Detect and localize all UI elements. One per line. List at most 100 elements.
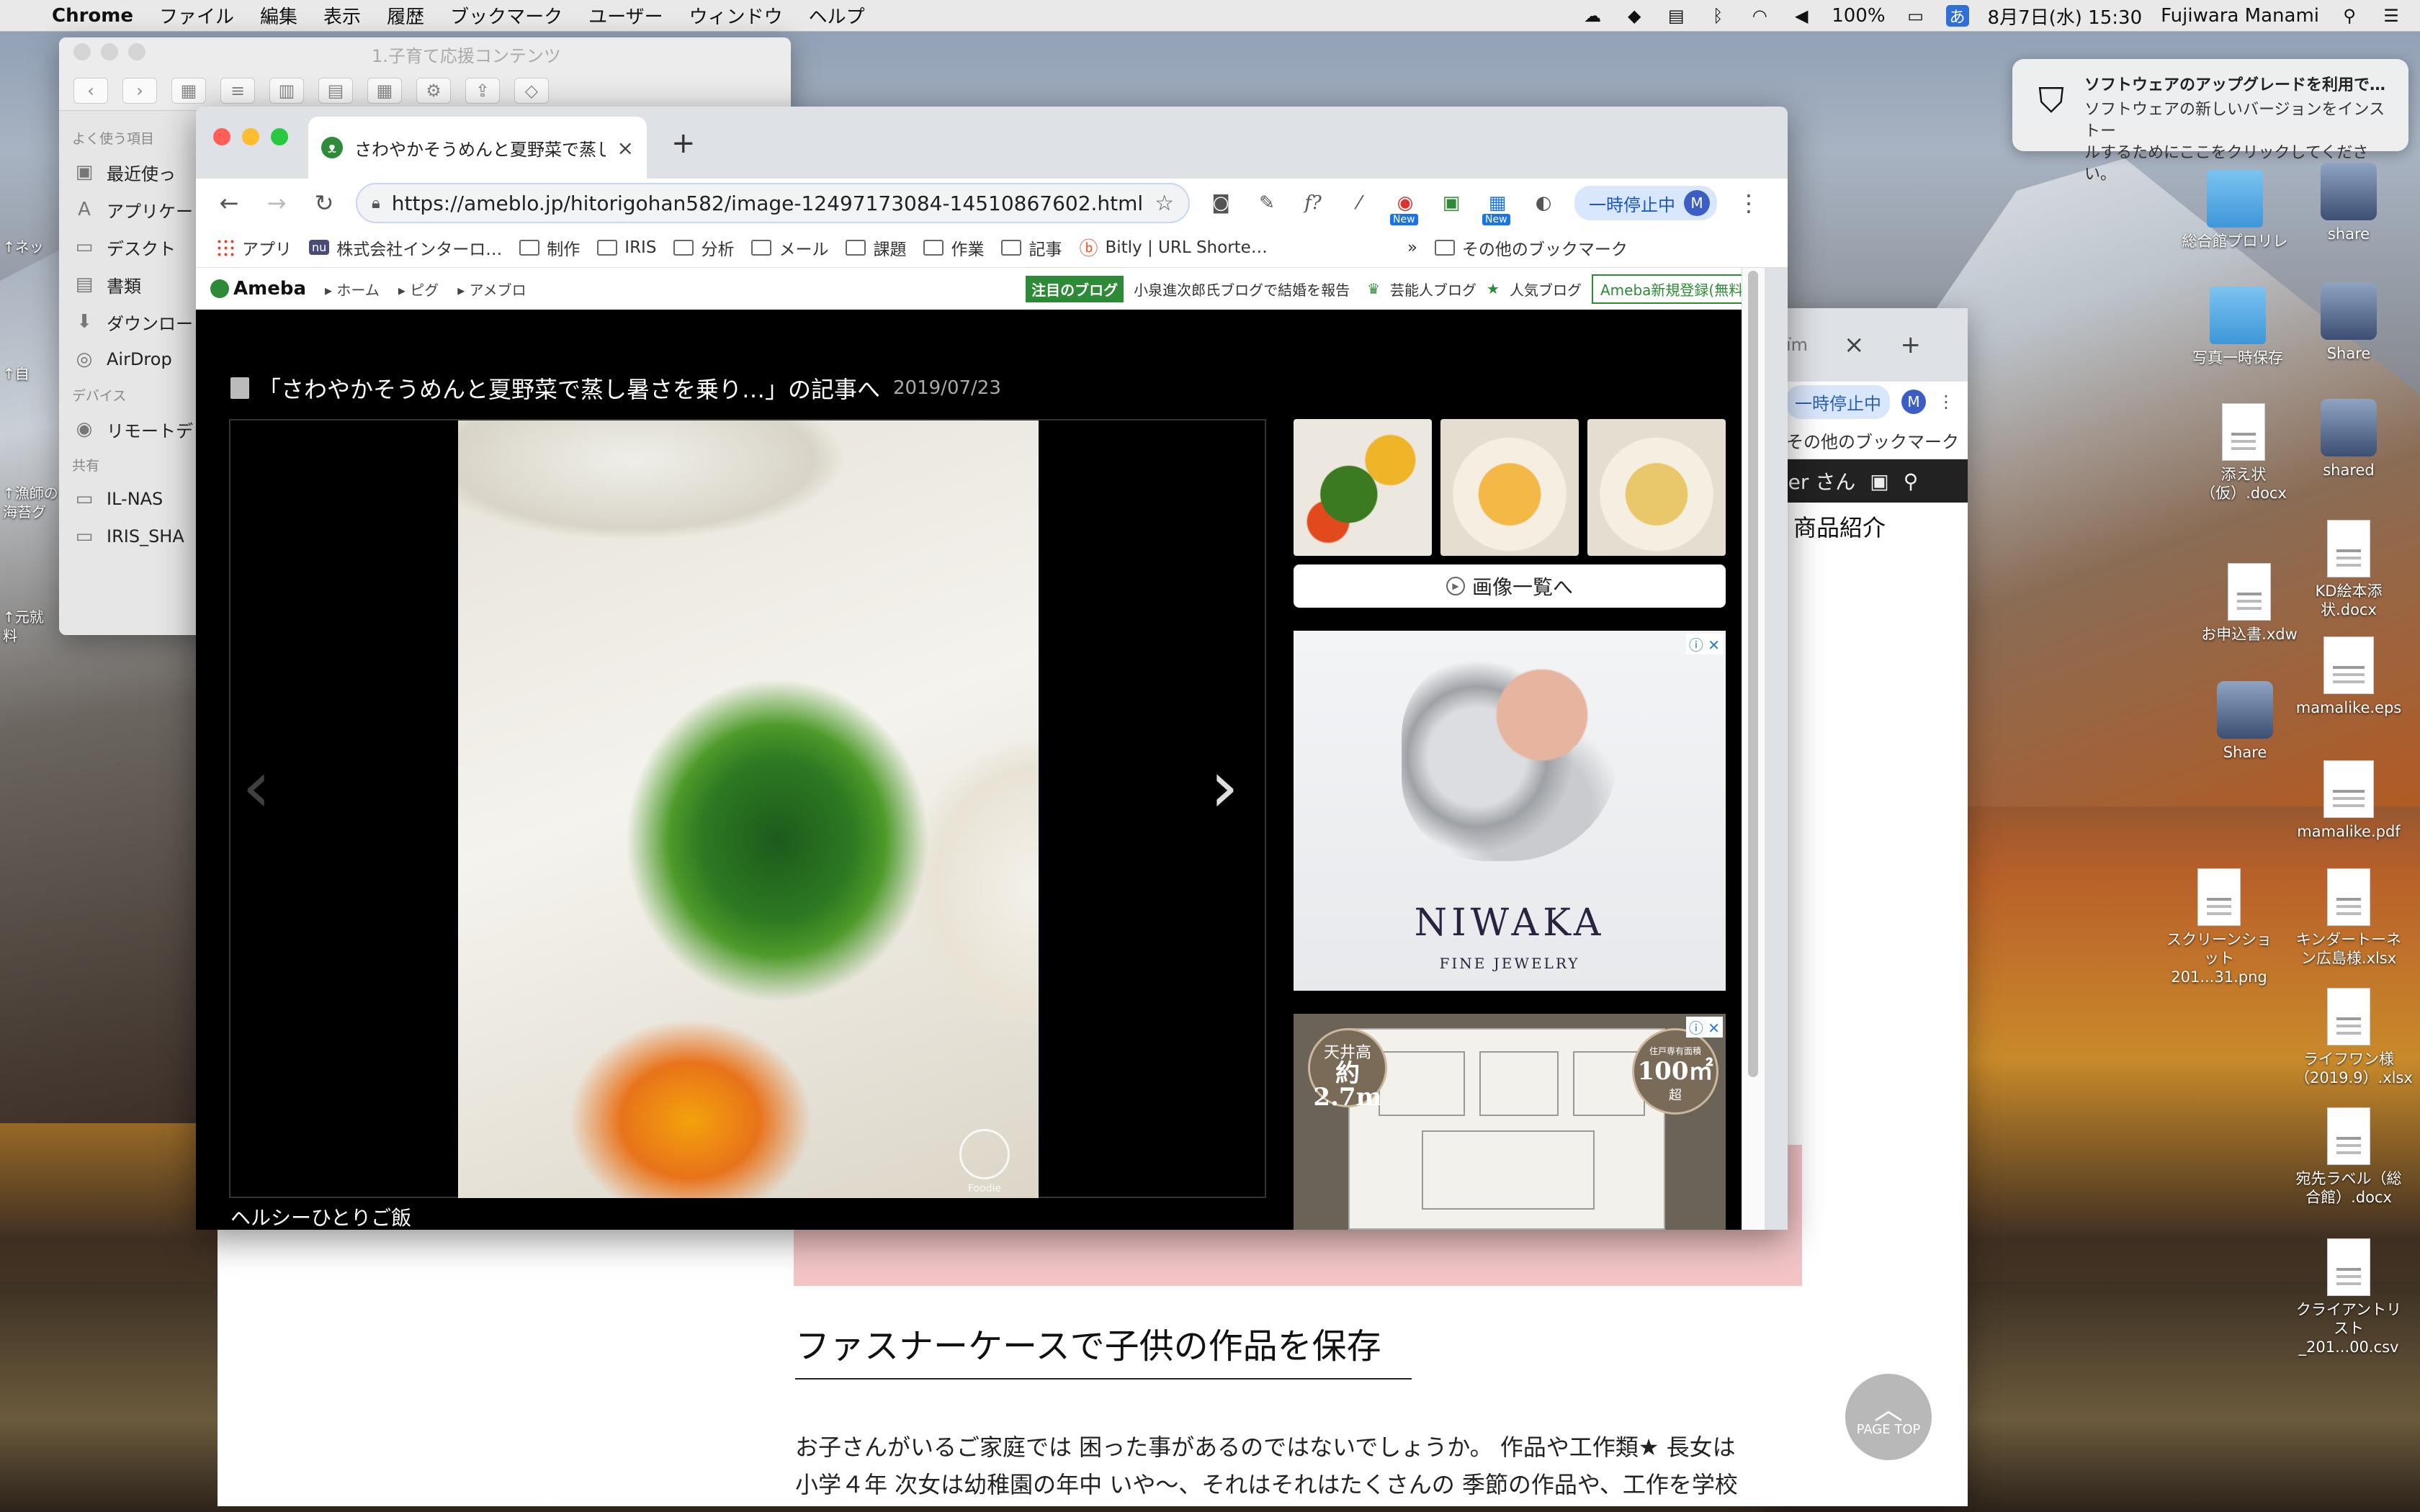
desktop-icon-drive[interactable]: shared (2295, 399, 2403, 480)
bookmark-folder[interactable]: 分析 (673, 235, 734, 260)
chrome-menu-icon[interactable]: ⋮ (1733, 187, 1765, 219)
bookmark-apps[interactable]: アプリ (216, 235, 292, 260)
desktop-icon-doc[interactable]: mamalike.pdf (2295, 760, 2403, 841)
finder-zoom-button[interactable] (128, 43, 145, 60)
evernote-extension-icon[interactable]: ▣ (1436, 188, 1466, 218)
desktop-left-label[interactable]: ↑自 (3, 364, 60, 383)
camera-extension-icon[interactable]: ◙ (1206, 188, 1236, 218)
register-button[interactable]: Ameba新規登録(無料) (1591, 274, 1757, 304)
desktop-icon-drive[interactable]: Share (2295, 282, 2403, 363)
desktop-icon-doc[interactable]: 宛先ラベル（総合館）.docx (2295, 1107, 2403, 1207)
desktop-icon-folder[interactable]: 総合館プロリレ (2181, 170, 2289, 251)
capture-extension-icon[interactable]: ▦ New (1482, 188, 1512, 225)
eyedropper-extension-icon[interactable]: ✎ (1252, 188, 1282, 218)
bookmark-star-icon[interactable]: ☆ (1155, 191, 1174, 216)
menu-help[interactable]: ヘルプ (809, 2, 865, 29)
nav-ameblo[interactable]: ▸ アメブロ (457, 279, 526, 300)
real-estate-ad[interactable]: 天井高 約2.7m 住戸専有面積 100㎡超 ⓘ ✕ (1294, 1014, 1726, 1230)
sidebar-item-applications[interactable]: A アプリケー (72, 191, 203, 228)
menu-app-name[interactable]: Chrome (52, 5, 133, 27)
page-top-button[interactable]: ︿ PAGE TOP (1845, 1374, 1932, 1460)
menu-window[interactable]: ウィンドウ (689, 2, 783, 29)
sidebar-item-il-nas[interactable]: ▭ IL-NAS (72, 480, 203, 518)
desktop-icon-doc[interactable]: クライアントリスト_201...00.csv (2295, 1238, 2403, 1356)
back-arrow-icon[interactable]: ← (213, 187, 245, 219)
menu-bookmarks[interactable]: ブックマーク (450, 2, 563, 29)
dropbox-icon[interactable]: ◆ (1623, 6, 1646, 26)
thumbnail-image[interactable] (1294, 419, 1432, 556)
bookmark-interlink[interactable]: nu 株式会社インターロ… (309, 235, 502, 260)
background-avatar[interactable]: M (1901, 390, 1926, 414)
sidebar-item-airdrop[interactable]: ◎ AirDrop (72, 341, 203, 378)
active-tab[interactable]: ᴥ さわやかそうめんと夏野菜で蒸し暑 × (308, 117, 647, 179)
ad-choices-icon[interactable]: ⓘ ✕ (1685, 634, 1723, 654)
page-scrollbar[interactable] (1742, 268, 1765, 1230)
sidebar-item-iris-share[interactable]: ▭ IRIS_SHA (72, 518, 203, 555)
bookmark-folder[interactable]: 記事 (1001, 235, 1062, 260)
finder-back-icon[interactable]: ‹ (73, 77, 108, 104)
wifi-icon[interactable]: ◠ (1748, 6, 1771, 26)
address-bar[interactable]: 🔒︎ https://ameblo.jp/hitorigohan582/imag… (356, 183, 1190, 223)
product-heading[interactable]: 商品紹介 (1765, 503, 1968, 543)
desktop-icon-doc[interactable]: mamalike.eps (2295, 636, 2403, 717)
finder-forward-icon[interactable]: › (122, 77, 157, 104)
share-icon[interactable]: ⇪ (465, 77, 500, 104)
user-avatar-icon[interactable]: ▣ (1870, 469, 1888, 493)
battery-percent[interactable]: 100% (1832, 5, 1885, 27)
food-photo[interactable]: Foodie (458, 420, 1039, 1198)
ruler-extension-icon[interactable]: ⁄ (1344, 188, 1374, 218)
background-new-tab-icon[interactable]: + (1901, 330, 1922, 359)
web-extension-icon[interactable]: ◐ (1528, 188, 1559, 218)
lock-icon[interactable]: 🔒︎ (372, 194, 380, 212)
other-bookmarks[interactable]: その他のブックマーク (1434, 235, 1628, 260)
creative-cloud-icon[interactable]: ☁ (1581, 6, 1604, 26)
background-search-icon[interactable]: ⚲ (1904, 469, 1919, 493)
bluetooth-icon[interactable]: ᛒ (1706, 6, 1729, 26)
battery-icon[interactable]: ▭ (1904, 6, 1927, 26)
desktop-left-label[interactable]: ↑元就 料 (3, 608, 60, 645)
sidebar-item-recents[interactable]: ▣ 最近使っ (72, 153, 203, 191)
menu-history[interactable]: 履歴 (387, 2, 424, 29)
zoom-window-button[interactable] (271, 128, 288, 145)
scrollbar-thumb[interactable] (1748, 271, 1758, 1077)
bookmarks-overflow-button[interactable]: » (1407, 238, 1417, 257)
column-view-icon[interactable]: ▥ (269, 77, 304, 104)
background-user-name[interactable]: ser さん (1778, 467, 1855, 495)
finder-close-button[interactable] (73, 43, 91, 60)
close-window-button[interactable] (213, 128, 230, 145)
sidebar-item-documents[interactable]: ▤ 書類 (72, 266, 203, 303)
background-tab-title[interactable]: ïm (1786, 335, 1808, 355)
menubar-user[interactable]: Fujiwara Manami (2161, 5, 2319, 27)
bookmark-folder[interactable]: 作業 (923, 235, 984, 260)
tag-icon[interactable]: ◇ (514, 77, 549, 104)
sync-paused-button[interactable]: 一時停止中 M (1574, 186, 1717, 220)
next-image-arrow-icon[interactable]: › (1210, 744, 1239, 829)
sidebar-item-downloads[interactable]: ⬇ ダウンロー (72, 303, 203, 341)
list-view-icon[interactable]: ≡ (220, 77, 255, 104)
background-tab-close-icon[interactable]: × (1844, 330, 1865, 359)
desktop-icon-doc[interactable]: キンダートーネン広島様.xlsx (2295, 868, 2403, 968)
bookmark-folder[interactable]: 制作 (519, 235, 580, 260)
notification-center-icon[interactable]: ☰ (2380, 6, 2403, 26)
url-text[interactable]: https://ameblo.jp/hitorigohan582/image-1… (392, 192, 1143, 215)
new-tab-icon[interactable]: + (671, 127, 696, 160)
popular-blog-link[interactable]: 人気ブログ (1510, 279, 1582, 300)
nav-pigg[interactable]: ▸ ピグ (398, 279, 439, 300)
prev-image-arrow-icon[interactable]: ‹ (242, 744, 271, 829)
featured-blog-link[interactable]: 小泉進次郎氏ブログで結婚を報告 (1134, 279, 1350, 300)
thumbnail-image[interactable] (1440, 419, 1579, 556)
bookmark-folder[interactable]: 課題 (846, 235, 906, 260)
action-gear-icon[interactable]: ⚙ (416, 77, 451, 104)
bookmark-bitly[interactable]: ⓑ Bitly | URL Shorte… (1079, 234, 1267, 261)
background-pause-button[interactable]: 一時停止中 (1786, 384, 1890, 419)
group-icon[interactable]: ▦ (367, 77, 402, 104)
jewelry-ad[interactable]: ⓘ ✕ NIWAKA FINE JEWELRY (1294, 631, 1726, 991)
tab-close-icon[interactable]: × (617, 136, 634, 160)
clipboard-icon[interactable]: ▤ (1664, 6, 1688, 26)
icon-view-icon[interactable]: ▦ (171, 77, 206, 104)
menu-view[interactable]: 表示 (323, 2, 361, 29)
spotlight-search-icon[interactable]: ⚲ (2338, 6, 2361, 26)
font-extension-icon[interactable]: f? (1298, 188, 1328, 218)
color-extension-icon[interactable]: ◉ New (1390, 188, 1420, 225)
nav-home[interactable]: ▸ ホーム (325, 279, 380, 300)
